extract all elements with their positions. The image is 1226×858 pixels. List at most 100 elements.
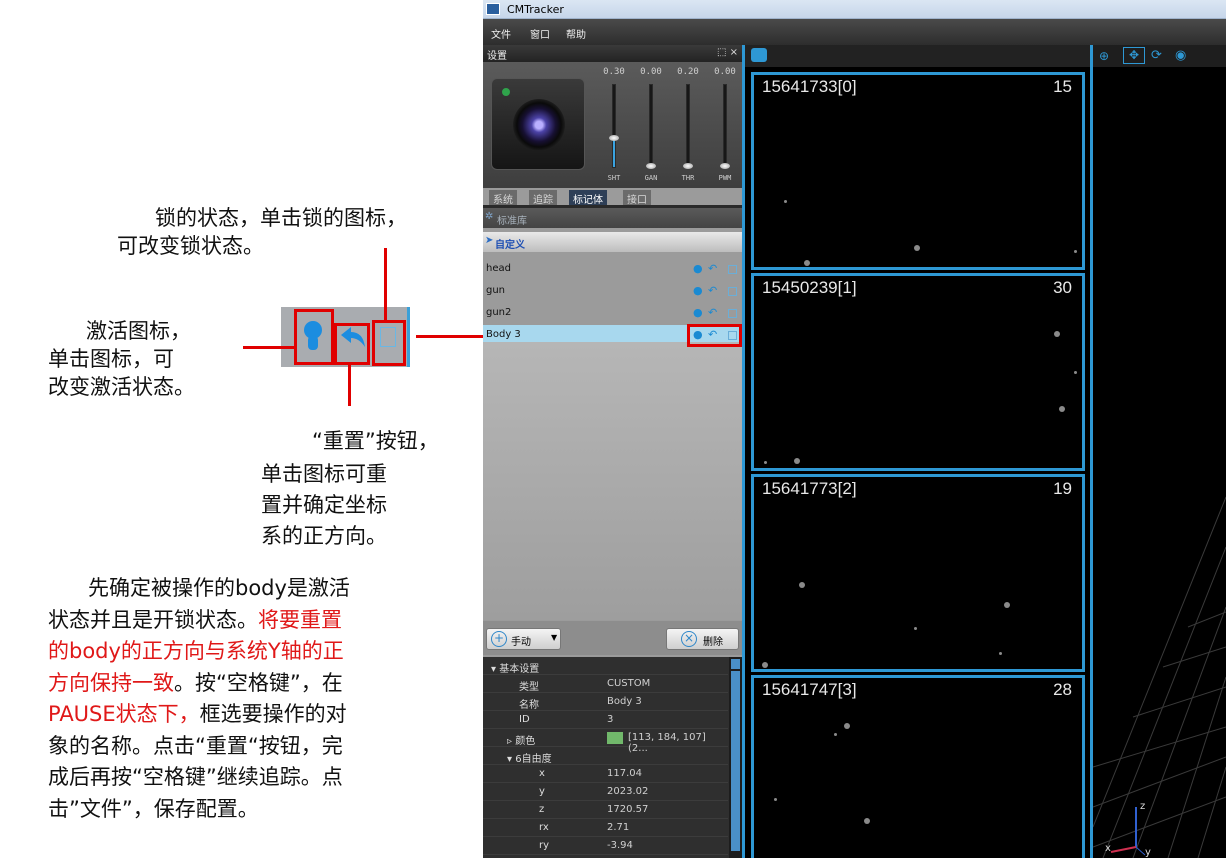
prop-row-type[interactable]: 类型 CUSTOM <box>483 675 728 693</box>
prop-ry-key: ry <box>539 840 550 851</box>
body-row[interactable]: gun2 ● ↶ <box>483 303 742 324</box>
body-name: gun <box>486 285 506 296</box>
activate-icon[interactable]: ● <box>693 285 703 297</box>
camera-toolbar-icon[interactable] <box>751 48 767 62</box>
instr-line4: 方向保持一致。按“空格键”，在 <box>48 668 468 700</box>
camera-view[interactable]: 15450239[1] 30 <box>751 273 1085 471</box>
marker-blob <box>1004 602 1010 608</box>
tab-system[interactable]: 系统 <box>489 190 517 206</box>
delete-button[interactable]: × 删除 <box>666 628 739 650</box>
menu-window[interactable]: 窗口 <box>530 26 550 41</box>
slider-label-sht: SHT <box>607 174 621 182</box>
marker-blob <box>834 733 837 736</box>
camera-view-id: 15450239[1] <box>762 278 857 297</box>
library-icon: ✲ <box>485 211 494 222</box>
activate-icon[interactable]: ● <box>693 263 703 275</box>
camera-view[interactable]: 15641773[2] 19 <box>751 474 1085 672</box>
settings-panel-title-bar: 设置 ⬚ × <box>483 45 742 62</box>
tab-interface[interactable]: 接口 <box>623 190 651 206</box>
highlight-lock-zoom <box>372 320 406 366</box>
reset-annotation-b: 单击图标可重 置并确定坐标 系的正方向。 <box>261 459 387 552</box>
menu-help[interactable]: 帮助 <box>566 26 586 41</box>
manual-button[interactable]: + 手动 ▼ <box>486 628 561 650</box>
camera-view-id: 15641773[2] <box>762 479 857 498</box>
prop-row-color[interactable]: ▹ 颜色 [113, 184, 107] (2... <box>483 729 728 754</box>
lock-icon[interactable] <box>728 309 737 318</box>
lock-annotation-line1: 锁的状态，单击锁的图标， <box>155 206 407 230</box>
slider-value-thr: 0.20 <box>677 67 699 77</box>
marker-blob <box>1059 406 1065 412</box>
reset-icon[interactable]: ↶ <box>708 307 717 319</box>
3d-view[interactable]: ⊕ ✥ ⟳ ◉ z x y <box>1093 45 1226 858</box>
instr-line5b: 框选要操作的对 <box>199 702 347 726</box>
custom-icon: ➤ <box>485 235 494 246</box>
instr-line3: 的body的正方向与系统Y轴的正 <box>48 639 344 663</box>
prop-id-key: ID <box>519 714 530 725</box>
panel-float-close-icon[interactable]: ⬚ × <box>717 47 738 58</box>
highlight-activate-zoom <box>294 309 334 365</box>
property-scrollbar[interactable] <box>729 657 742 858</box>
standard-library-header[interactable]: ✲ 标准库 <box>483 208 742 228</box>
move-icon[interactable]: ✥ <box>1123 47 1145 64</box>
camera-view[interactable]: 15641747[3] 28 <box>751 675 1085 858</box>
reset-annotation-line2: 单击图标可重 <box>261 462 387 486</box>
slider-knob[interactable] <box>683 163 693 170</box>
prop-z-key: z <box>539 804 545 815</box>
body-name: Body 3 <box>486 329 521 340</box>
slider-knob[interactable] <box>646 163 656 170</box>
delete-label: 删除 <box>703 637 723 648</box>
body-row[interactable]: gun ● ↶ <box>483 281 742 302</box>
prop-group-basic[interactable]: ▾ 基本设置 <box>483 657 728 675</box>
3d-view-toolbar: ⊕ ✥ ⟳ ◉ <box>1093 45 1226 67</box>
scroll-thumb[interactable] <box>731 671 740 851</box>
lock-icon[interactable] <box>728 287 737 296</box>
prop-name-key: 名称 <box>519 700 539 711</box>
prop-type-value: CUSTOM <box>607 678 651 689</box>
slider-gan[interactable] <box>649 84 653 168</box>
slider-knob[interactable] <box>720 163 730 170</box>
activate-icon[interactable]: ● <box>693 307 703 319</box>
marker-blob <box>762 662 768 668</box>
prop-group-dof[interactable]: ▾ 6自由度 <box>483 747 728 765</box>
highlight-row-icons <box>687 324 742 347</box>
prop-group-dof-label: ▾ 6自由度 <box>507 754 552 765</box>
lock-annotation-2: 可改变锁状态。 <box>117 232 264 260</box>
prop-row-id[interactable]: ID 3 <box>483 711 728 729</box>
slider-thr[interactable] <box>686 84 690 168</box>
marker-blob <box>764 461 767 464</box>
prop-row-y[interactable]: y 2023.02 <box>483 783 728 801</box>
prop-row-x[interactable]: x 117.04 <box>483 765 728 783</box>
marker-blob <box>1054 331 1060 337</box>
tutorial-screenshot: 锁的状态，单击锁的图标， 可改变锁状态。 激活图标， 单击图标，可 改变激活状态… <box>0 0 1226 858</box>
tab-tracking[interactable]: 追踪 <box>529 190 557 206</box>
marker-blob <box>804 260 810 266</box>
reset-icon[interactable]: ↶ <box>708 263 717 275</box>
grid-icon[interactable]: ⊕ <box>1099 49 1109 63</box>
camera-view[interactable]: 15641733[0] 15 <box>751 72 1085 270</box>
eye-icon[interactable]: ◉ <box>1175 48 1186 63</box>
prop-row-rx[interactable]: rx 2.71 <box>483 819 728 837</box>
custom-header[interactable]: ➤ 自定义 <box>483 232 742 252</box>
menu-file[interactable]: 文件 <box>491 26 511 41</box>
activate-annotation-b: 单击图标，可 改变激活状态。 <box>48 345 195 401</box>
rotate-icon[interactable]: ⟳ <box>1151 48 1162 63</box>
prop-row-ry[interactable]: ry -3.94 <box>483 837 728 855</box>
prop-row-z[interactable]: z 1720.57 <box>483 801 728 819</box>
axis-y-label: y <box>1145 847 1151 858</box>
slider-pwm[interactable] <box>723 84 727 168</box>
body-name: head <box>486 263 511 274</box>
scroll-up-icon[interactable] <box>731 659 740 669</box>
activate-annotation: 激活图标， <box>86 317 191 345</box>
body-row[interactable]: head ● ↶ <box>483 259 742 280</box>
slider-knob[interactable] <box>609 134 619 141</box>
tab-markers[interactable]: 标记体 <box>569 190 607 206</box>
reset-annotation: “重置”按钮， <box>312 427 439 455</box>
marker-blob <box>999 652 1002 655</box>
activate-pointer <box>243 346 295 349</box>
lock-icon[interactable] <box>728 265 737 274</box>
marker-blob <box>844 723 850 729</box>
slider-sht[interactable] <box>612 84 616 168</box>
reset-icon[interactable]: ↶ <box>708 285 717 297</box>
prop-row-name[interactable]: 名称 Body 3 <box>483 693 728 711</box>
instructions-paragraph: 先确定被操作的body是激活 状态并且是开锁状态。将要重置 的body的正方向与… <box>48 573 468 825</box>
